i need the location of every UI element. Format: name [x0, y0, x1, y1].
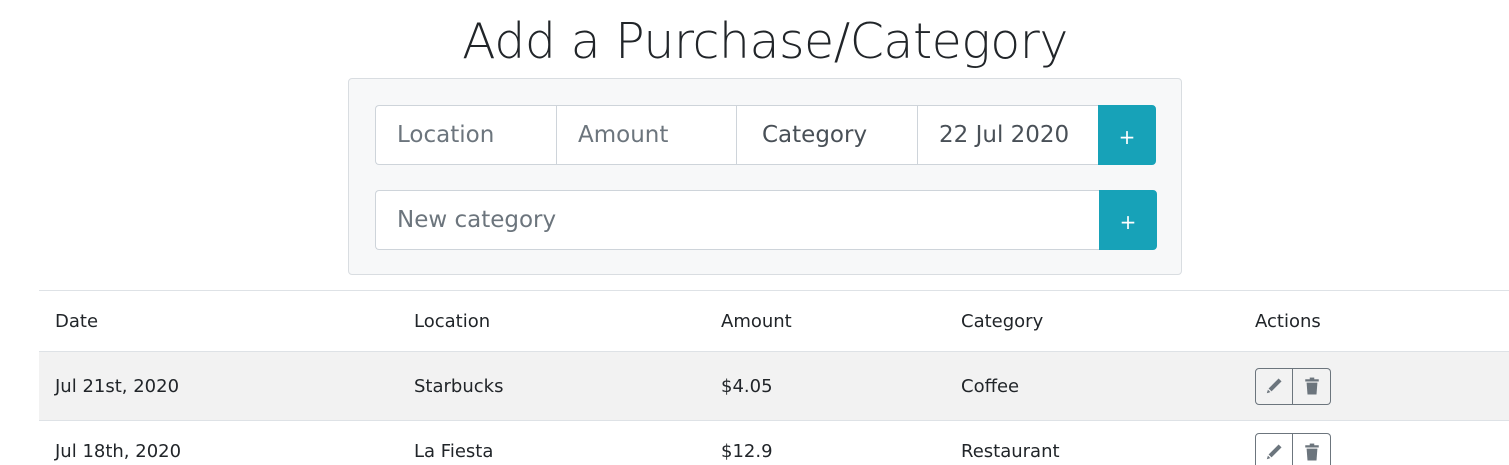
add-purchase-button[interactable]: + [1098, 105, 1156, 165]
purchase-input-group: Location Amount Category 22 Jul 2020 + [375, 105, 1157, 165]
action-button-group [1255, 433, 1331, 465]
row-category: Coffee [961, 375, 1020, 397]
row-amount: $12.9 [721, 441, 773, 462]
table-header-row: Date Location Amount Category Actions [39, 291, 1509, 352]
edit-button[interactable] [1255, 433, 1293, 465]
purchases-table: Date Location Amount Category Actions Ju… [39, 290, 1509, 465]
table-row: Jul 21st, 2020 Starbucks $4.05 Coffee [39, 352, 1509, 421]
pencil-icon [1266, 443, 1282, 459]
new-category-input[interactable]: New category [375, 190, 1099, 250]
delete-button[interactable] [1293, 433, 1331, 465]
page-title: Add a Purchase/Category [462, 13, 1068, 70]
edit-button[interactable] [1255, 367, 1293, 405]
header-amount[interactable]: Amount [721, 291, 792, 351]
category-input-group: New category + [375, 190, 1157, 250]
row-location: Starbucks [414, 375, 504, 397]
row-category: Restaurant [961, 441, 1060, 462]
header-category[interactable]: Category [961, 291, 1043, 351]
trash-icon [1304, 377, 1319, 395]
location-input[interactable]: Location [375, 105, 556, 165]
row-amount: $4.05 [721, 375, 773, 397]
trash-icon [1304, 443, 1319, 460]
row-actions [1255, 352, 1331, 420]
row-date: Jul 18th, 2020 [55, 441, 182, 462]
row-date: Jul 21st, 2020 [55, 375, 180, 397]
header-location[interactable]: Location [414, 291, 490, 351]
date-input[interactable]: 22 Jul 2020 [917, 105, 1098, 165]
row-actions [1255, 421, 1331, 465]
header-actions: Actions [1255, 310, 1321, 332]
table-row: Jul 18th, 2020 La Fiesta $12.9 Restauran… [39, 421, 1509, 465]
row-location: La Fiesta [414, 441, 494, 462]
action-button-group [1255, 367, 1331, 405]
delete-button[interactable] [1293, 367, 1331, 405]
add-form-card: Location Amount Category 22 Jul 2020 + N… [348, 78, 1182, 275]
category-select[interactable]: Category [736, 105, 917, 165]
pencil-icon [1266, 378, 1282, 394]
amount-input[interactable]: Amount [556, 105, 736, 165]
add-category-button[interactable]: + [1099, 190, 1157, 250]
header-date[interactable]: Date [55, 291, 98, 351]
